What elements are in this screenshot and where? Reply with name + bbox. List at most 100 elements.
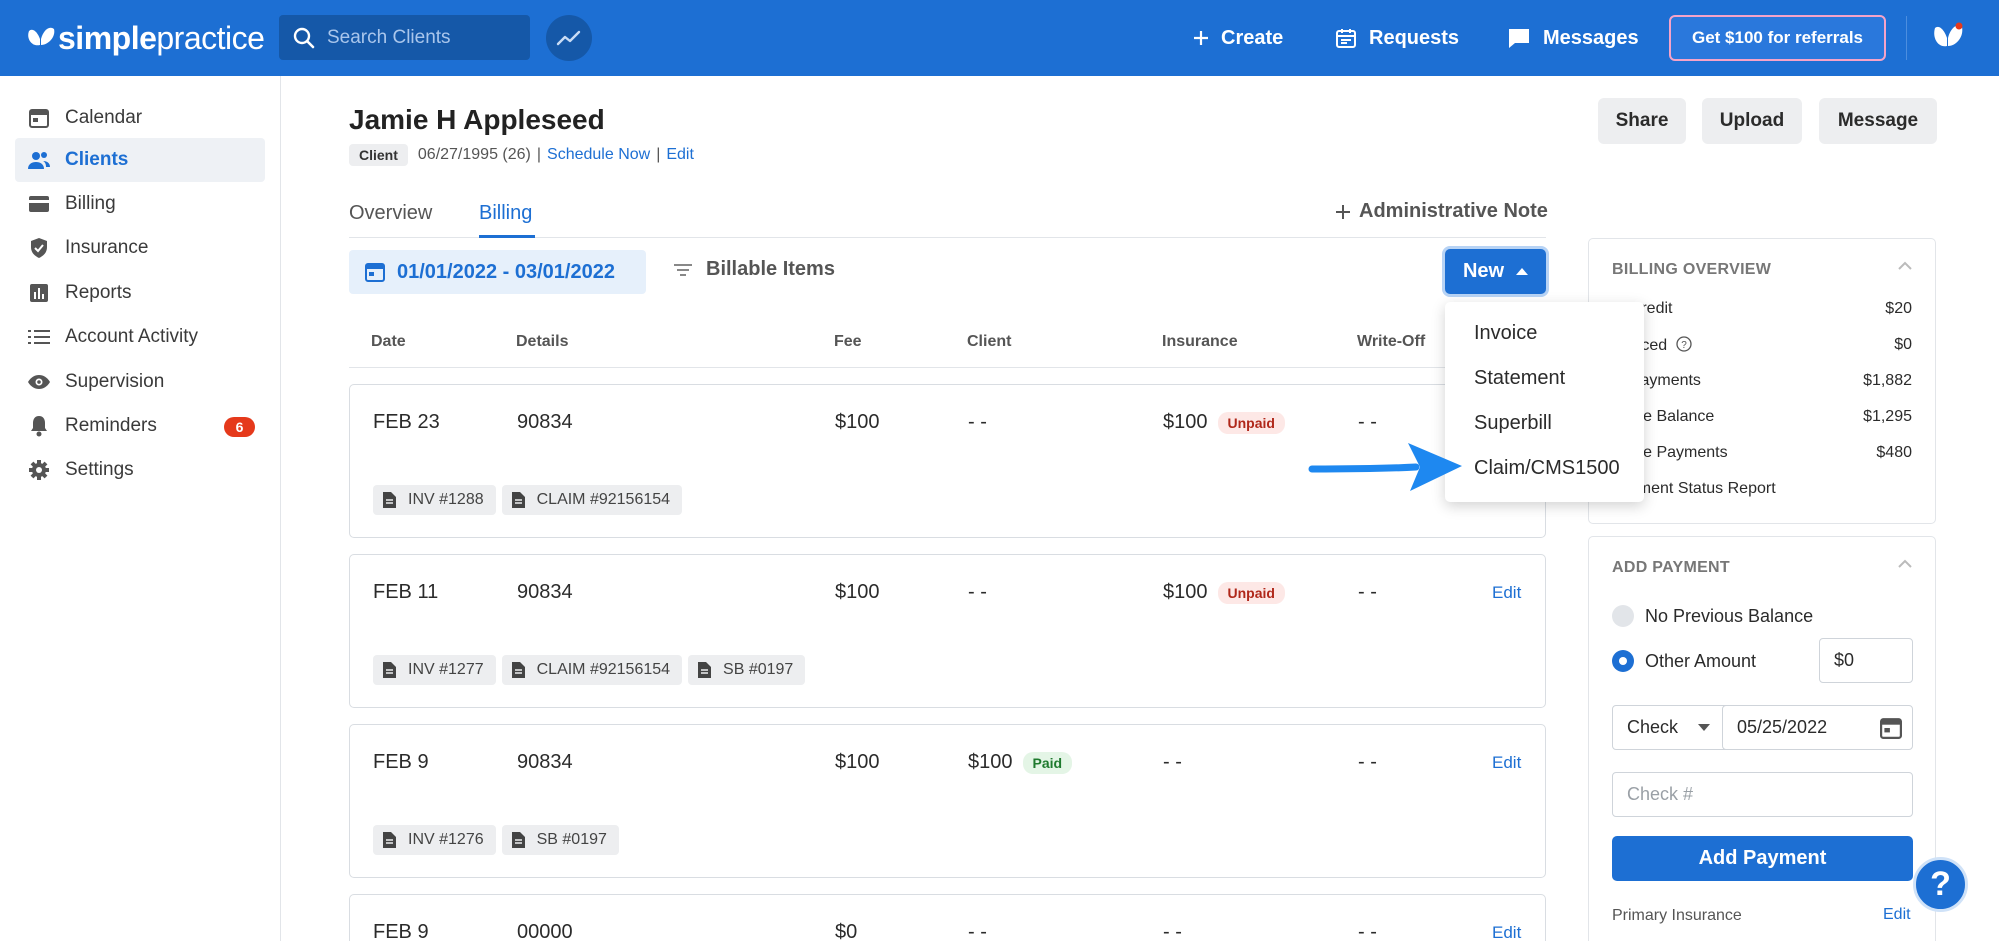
row-edit-link[interactable]: Edit [1492, 923, 1521, 941]
sidebar-item-label: Reminders [65, 415, 157, 436]
document-chip-label: SB #0197 [536, 831, 607, 848]
status-badge-paid: Paid [1022, 751, 1073, 774]
appointment-status-report-link[interactable]: ointment Status Report [1612, 480, 1912, 498]
document-icon [383, 492, 396, 508]
overview-value: $20 [1885, 300, 1912, 317]
sidebar-item-supervision[interactable]: Supervision [15, 360, 265, 404]
payment-method-select[interactable]: Check [1612, 705, 1732, 750]
sidebar-item-label: Settings [65, 459, 134, 480]
help-button[interactable]: ? [1913, 857, 1968, 912]
help-circle-icon[interactable]: ? [1675, 336, 1692, 352]
row-date: FEB 11 [373, 581, 439, 603]
calendar-request-icon [1336, 29, 1356, 48]
no-previous-balance-label: No Previous Balance [1645, 606, 1814, 626]
row-insurance-amount: $100 [1163, 411, 1208, 433]
document-chip[interactable]: INV #1277 [373, 655, 496, 685]
document-chip-label: SB #0197 [723, 661, 794, 678]
chevron-up-icon[interactable] [1897, 261, 1913, 271]
row-documents: INV #1276 SB #0197 [373, 825, 625, 855]
sidebar-item-billing[interactable]: Billing [15, 182, 265, 226]
row-date: FEB 23 [373, 411, 440, 433]
row-details: 00000 [517, 921, 573, 941]
sidebar-item-account-activity[interactable]: Account Activity [15, 315, 265, 359]
menu-item-invoice[interactable]: Invoice [1474, 322, 1537, 345]
document-chip-label: CLAIM #92156154 [536, 661, 671, 678]
add-payment-panel: ADD PAYMENT No Previous Balance Other Am… [1588, 536, 1936, 941]
sidebar-item-reminders[interactable]: Reminders 6 [15, 404, 265, 448]
sidebar-item-clients[interactable]: Clients [15, 138, 265, 182]
row-insurance-amount: - - [1163, 921, 1182, 941]
sidebar-item-insurance[interactable]: Insurance [15, 226, 265, 270]
plus-icon [1336, 204, 1350, 219]
document-chip[interactable]: INV #1288 [373, 485, 496, 515]
new-button[interactable]: New [1445, 249, 1546, 294]
row-insurance: $100 Unpaid [1163, 411, 1285, 434]
add-payment-button[interactable]: Add Payment [1612, 836, 1913, 881]
row-write-off: - - [1358, 581, 1377, 603]
row-edit-link[interactable]: Edit [1492, 753, 1521, 773]
tab-billing[interactable]: Billing [479, 202, 532, 225]
table-row[interactable]: FEB 9 00000 $0 - - - - - - Edit [349, 894, 1546, 941]
check-number-input[interactable]: Check # [1612, 772, 1913, 817]
sidebar-item-settings[interactable]: Settings [15, 448, 265, 492]
billable-items-filter[interactable]: Billable Items [674, 258, 835, 281]
simplepractice-logo[interactable]: simple practice [26, 18, 265, 58]
search-box[interactable] [279, 15, 530, 60]
date-range-picker[interactable]: 01/01/2022 - 03/01/2022 [349, 250, 646, 294]
document-icon [511, 662, 525, 678]
logo-text-light: practice [156, 19, 265, 56]
edit-client-link[interactable]: Edit [666, 146, 694, 164]
document-chip[interactable]: INV #1276 [373, 825, 496, 855]
document-chip[interactable]: CLAIM #92156154 [501, 485, 683, 515]
caret-up-icon [1516, 268, 1529, 275]
analytics-button[interactable] [546, 15, 592, 61]
amount-input[interactable]: $0 [1819, 638, 1913, 683]
administrative-note-button[interactable]: Administrative Note [1335, 200, 1548, 223]
sidebar-item-label: Supervision [65, 371, 165, 392]
search-icon [293, 27, 315, 48]
document-chip-label: INV #1288 [408, 491, 484, 508]
requests-button[interactable]: Requests [1335, 20, 1459, 56]
menu-item-claim-cms1500[interactable]: Claim/CMS1500 [1474, 457, 1620, 480]
menu-item-statement[interactable]: Statement [1474, 367, 1565, 390]
table-header-divider [349, 367, 1546, 368]
message-button[interactable]: Message [1819, 98, 1937, 144]
table-row[interactable]: FEB 11 90834 $100 - - $100 Unpaid - - Ed… [349, 554, 1546, 708]
row-details: 90834 [517, 751, 573, 773]
schedule-now-link[interactable]: Schedule Now [547, 146, 650, 164]
column-header-write-off: Write-Off [1357, 333, 1426, 350]
row-edit-link[interactable]: Edit [1492, 583, 1521, 603]
sidebar-item-label: Insurance [65, 237, 149, 258]
client-tag: Client [349, 144, 408, 166]
date-range-label: 01/01/2022 - 03/01/2022 [397, 260, 615, 283]
payment-date-input[interactable]: 05/25/2022 [1722, 705, 1913, 750]
create-button[interactable]: Create [1193, 20, 1283, 56]
trend-line-icon [556, 30, 581, 46]
tab-overview[interactable]: Overview [349, 202, 432, 225]
search-input[interactable] [327, 26, 517, 49]
requests-label: Requests [1369, 26, 1460, 49]
overview-row: rance Payments $480 [1612, 444, 1912, 462]
no-previous-balance-radio[interactable] [1612, 605, 1634, 627]
document-chip[interactable]: CLAIM #92156154 [501, 655, 683, 685]
sidebar-item-calendar[interactable]: Calendar [15, 96, 265, 140]
filter-icon [674, 263, 692, 276]
account-menu-button[interactable] [1930, 20, 1966, 56]
column-header-date: Date [371, 333, 406, 350]
menu-item-superbill[interactable]: Superbill [1474, 412, 1552, 435]
referral-button[interactable]: Get $100 for referrals [1669, 15, 1886, 61]
primary-insurance-edit-link[interactable]: Edit [1883, 906, 1911, 924]
sidebar-item-label: Billing [65, 193, 116, 214]
share-button[interactable]: Share [1598, 98, 1686, 144]
sidebar-item-reports[interactable]: Reports [15, 271, 265, 315]
table-row[interactable]: FEB 9 90834 $100 $100 Paid - - - - Edit … [349, 724, 1546, 878]
messages-button[interactable]: Messages [1507, 20, 1639, 56]
other-amount-radio[interactable] [1612, 650, 1634, 672]
row-fee: $100 [835, 581, 880, 603]
chevron-up-icon[interactable] [1897, 559, 1913, 569]
upload-button[interactable]: Upload [1702, 98, 1802, 144]
calendar-icon[interactable] [1880, 717, 1902, 739]
document-chip[interactable]: SB #0197 [688, 655, 806, 685]
sidebar-item-label: Account Activity [65, 326, 199, 347]
document-chip[interactable]: SB #0197 [501, 825, 619, 855]
